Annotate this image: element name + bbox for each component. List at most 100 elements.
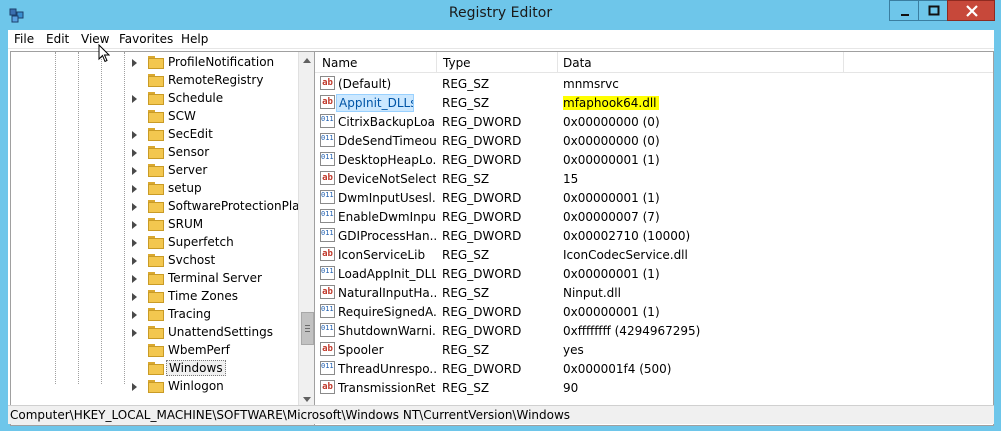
tree-item[interactable]: Tracing <box>11 306 298 324</box>
tree-item[interactable]: Time Zones <box>11 288 298 306</box>
folder-icon <box>148 74 164 87</box>
maximize-icon <box>928 5 940 16</box>
folder-icon <box>148 236 164 249</box>
tree-item[interactable]: Server <box>11 162 298 180</box>
tree-item[interactable]: SecEdit <box>11 126 298 144</box>
tree-item-label: Winlogon <box>168 379 224 393</box>
expand-arrow-icon[interactable] <box>132 59 137 67</box>
key-tree-pane[interactable]: ProfileNotification RemoteRegistry Schedul… <box>10 51 315 426</box>
tree-item[interactable]: Svchost <box>11 252 298 270</box>
value-row[interactable]: 0110ThreadUnrespo... REG_DWORD 0x000001f4 … <box>315 359 993 378</box>
tree-item-label: Server <box>168 163 208 177</box>
value-row[interactable]: 0110CitrixBackupLoa... REG_DWORD 0x0000000… <box>315 112 993 131</box>
menu-edit[interactable]: Edit <box>46 32 69 46</box>
column-header-name[interactable]: Name <box>322 56 357 70</box>
value-row[interactable]: 0110ShutdownWarni... REG_DWORD 0xffffffff … <box>315 321 993 340</box>
column-separator[interactable] <box>436 52 437 73</box>
value-row[interactable]: ab (Default) REG_SZ mnmsrvc <box>315 74 993 93</box>
value-row[interactable]: ab IconServiceLib REG_SZ IconCodecService.d… <box>315 245 993 264</box>
column-separator[interactable] <box>843 52 844 73</box>
column-header-type[interactable]: Type <box>443 56 471 70</box>
value-row[interactable]: ab TransmissionRet... REG_SZ 90 <box>315 378 993 397</box>
tree-vertical-scrollbar[interactable] <box>298 52 314 408</box>
menu-help[interactable]: Help <box>181 32 208 46</box>
close-icon <box>966 5 978 17</box>
expand-arrow-icon[interactable] <box>132 149 137 157</box>
value-row[interactable]: 0110EnableDwmInpu... REG_DWORD 0x00000007 … <box>315 207 993 226</box>
column-header-data[interactable]: Data <box>563 56 592 70</box>
menu-favorites[interactable]: Favorites <box>119 32 173 46</box>
expand-arrow-icon[interactable] <box>132 383 137 391</box>
expand-arrow-icon[interactable] <box>132 131 137 139</box>
value-row[interactable]: ab Spooler REG_SZ yes <box>315 340 993 359</box>
grip-line <box>305 325 310 326</box>
expand-arrow-icon[interactable] <box>132 203 137 211</box>
expand-arrow-icon[interactable] <box>132 221 137 229</box>
value-row[interactable]: 0110RequireSignedA... REG_DWORD 0x00000001… <box>315 302 993 321</box>
value-row[interactable]: 0110GDIProcessHan... REG_DWORD 0x00002710 … <box>315 226 993 245</box>
value-row[interactable]: 0110DwmInputUsesl... REG_DWORD 0x00000001 … <box>315 188 993 207</box>
value-row[interactable]: 0110LoadAppInit_DLLs REG_DWORD 0x00000001 … <box>315 264 993 283</box>
value-row[interactable]: 0110DesktopHeapLo... REG_DWORD 0x00000001 … <box>315 150 993 169</box>
value-data: 0x00000001 (1) <box>563 191 983 205</box>
data-text: 15 <box>563 172 579 186</box>
expand-arrow-icon[interactable] <box>132 95 137 103</box>
expand-arrow-icon[interactable] <box>132 329 137 337</box>
value-type: REG_DWORD <box>442 134 522 148</box>
tree-item[interactable]: Superfetch <box>11 234 298 252</box>
value-data: 0x00000000 (0) <box>563 115 983 129</box>
status-bar: Computer\HKEY_LOCAL_MACHINE\SOFTWARE\Mic… <box>8 405 994 424</box>
expand-arrow-icon[interactable] <box>132 293 137 301</box>
expand-arrow-icon[interactable] <box>132 275 137 283</box>
tree-item[interactable]: setup <box>11 180 298 198</box>
minimize-button[interactable] <box>889 0 919 21</box>
binary-value-icon: 0110 <box>320 133 335 147</box>
value-name: TransmissionRet... <box>338 381 436 395</box>
folder-icon <box>148 128 164 141</box>
status-path: Computer\HKEY_LOCAL_MACHINE\SOFTWARE\Mic… <box>10 408 571 422</box>
vertical-scroll-thumb[interactable] <box>301 312 314 345</box>
value-row[interactable]: ab NaturalInputHa... REG_SZ Ninput.dll <box>315 283 993 302</box>
expand-arrow-icon[interactable] <box>132 257 137 265</box>
tree-item[interactable]: SCW <box>11 108 298 126</box>
tree-item[interactable]: Windows <box>11 360 298 378</box>
binary-value-icon: 0110 <box>320 152 335 166</box>
maximize-button[interactable] <box>918 0 948 21</box>
list-header: Name Type Data <box>315 52 993 73</box>
column-separator[interactable] <box>557 52 558 73</box>
value-data: 0x00000000 (0) <box>563 134 983 148</box>
value-row[interactable]: ab AppInit_DLLs REG_SZ mfaphook64.dll <box>315 93 993 112</box>
folder-icon <box>148 344 164 357</box>
title-bar[interactable]: Registry Editor <box>0 0 1001 30</box>
tree-item[interactable]: Winlogon <box>11 378 298 396</box>
value-list-pane[interactable]: Name Type Data ab (Default) REG_SZ mnmsrvc a… <box>314 51 994 426</box>
expand-arrow-icon[interactable] <box>132 239 137 247</box>
scroll-down-arrow-icon[interactable] <box>303 397 311 402</box>
tree-item[interactable]: WbemPerf <box>11 342 298 360</box>
value-data: yes <box>563 343 983 357</box>
close-button[interactable] <box>947 0 995 21</box>
tree-item[interactable]: ProfileNotification <box>11 54 298 72</box>
data-text: yes <box>563 343 584 357</box>
menu-file[interactable]: File <box>14 32 34 46</box>
tree-item[interactable]: SRUM <box>11 216 298 234</box>
value-type: REG_DWORD <box>442 191 522 205</box>
minimize-icon <box>901 14 909 16</box>
tree-item[interactable]: Sensor <box>11 144 298 162</box>
tree-item[interactable]: Terminal Server <box>11 270 298 288</box>
value-row[interactable]: abDeviceNotSelect... REG_SZ 15 <box>315 169 993 188</box>
tree-item[interactable]: RemoteRegistry <box>11 72 298 90</box>
expand-arrow-icon[interactable] <box>132 185 137 193</box>
tree-item-label: setup <box>168 181 202 195</box>
data-text: Ninput.dll <box>563 286 621 300</box>
expand-arrow-icon[interactable] <box>132 167 137 175</box>
value-row[interactable]: 0110DdeSendTimeout REG_DWORD 0x00000000 (0… <box>315 131 993 150</box>
value-type: REG_DWORD <box>442 324 522 338</box>
data-text: 0x00002710 (10000) <box>563 229 691 243</box>
scroll-up-arrow-icon[interactable] <box>303 58 311 63</box>
tree-item[interactable]: UnattendSettings <box>11 324 298 342</box>
value-name: DesktopHeapLo... <box>338 153 436 167</box>
expand-arrow-icon[interactable] <box>132 311 137 319</box>
tree-item[interactable]: Schedule <box>11 90 298 108</box>
tree-item[interactable]: SoftwareProtectionPlatf <box>11 198 308 216</box>
